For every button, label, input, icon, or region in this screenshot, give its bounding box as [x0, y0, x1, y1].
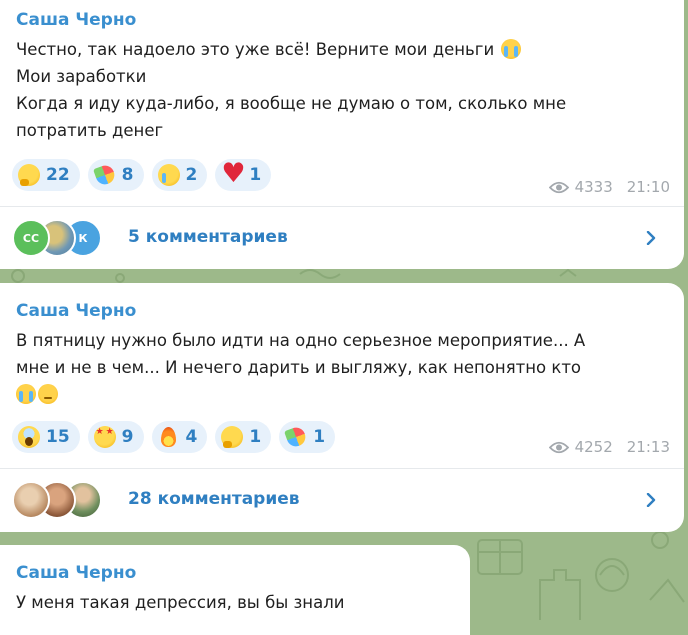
comments-button[interactable]: СС К 5 комментариев — [0, 208, 684, 266]
post-line: Честно, так надоело это уже всё! Верните… — [16, 40, 495, 59]
post-line: потратить денег — [16, 121, 164, 140]
chevron-right-icon — [644, 492, 658, 508]
reaction-count: 1 — [249, 427, 262, 447]
chevron-right-icon — [644, 230, 658, 246]
screaming-face-icon — [18, 426, 40, 448]
party-popper-icon — [284, 425, 309, 449]
post-line: мне и не в чем... И нечего дарить и выгл… — [16, 358, 582, 377]
crying-face-icon — [157, 164, 180, 186]
post-line: Когда я иду куда-либо, я вообще не думаю… — [16, 94, 567, 113]
reaction-party[interactable]: 1 — [279, 421, 336, 453]
avatar: СС — [12, 219, 50, 257]
reaction-fire[interactable]: 4 — [151, 421, 208, 453]
post-line: В пятницу нужно было идти на одно серьез… — [16, 331, 586, 350]
fire-icon — [158, 426, 180, 448]
channel-post: Саша Черно В пятницу нужно было идти на … — [0, 283, 684, 532]
comments-button[interactable]: 28 комментариев — [0, 470, 684, 528]
comments-count-label: 28 комментариев — [128, 489, 300, 509]
reactions-bar: 15 9 4 1 1 — [12, 421, 336, 453]
post-meta: 4252 21:13 — [548, 438, 670, 456]
post-text: В пятницу нужно было идти на одно серьез… — [16, 327, 668, 408]
thinking-face-icon — [221, 426, 244, 448]
reaction-thinking[interactable]: 22 — [12, 159, 80, 191]
commenter-avatars: СС К — [12, 219, 116, 257]
reaction-star-struck[interactable]: 9 — [87, 421, 144, 453]
divider — [0, 468, 684, 469]
star-struck-icon — [93, 426, 116, 448]
reaction-count: 22 — [46, 165, 70, 185]
reaction-count: 15 — [46, 427, 70, 447]
reactions-bar: 22 8 2 1 — [12, 159, 272, 191]
thinking-face-icon — [18, 164, 40, 186]
avatar — [12, 481, 50, 519]
post-line: Мои заработки — [16, 67, 147, 86]
reaction-screaming[interactable]: 15 — [12, 421, 80, 453]
reaction-count: 1 — [249, 165, 262, 185]
post-author[interactable]: Саша Черно — [16, 10, 136, 30]
channel-post: Саша Черно У меня такая депрессия, вы бы… — [0, 545, 470, 635]
views-count: 4333 — [574, 178, 613, 196]
post-author[interactable]: Саша Черно — [16, 563, 136, 583]
reaction-party[interactable]: 8 — [87, 159, 144, 191]
loudly-crying-emoji-icon — [501, 39, 522, 59]
reaction-count: 9 — [121, 427, 134, 447]
views-eye-icon — [548, 181, 569, 194]
views-count: 4252 — [574, 438, 613, 456]
post-text: У меня такая депрессия, вы бы знали — [16, 589, 454, 616]
channel-post: Саша Черно Честно, так надоело это уже в… — [0, 0, 684, 269]
post-text: Честно, так надоело это уже всё! Верните… — [16, 36, 668, 144]
post-line: У меня такая депрессия, вы бы знали — [16, 593, 345, 612]
reaction-crying[interactable]: 2 — [151, 159, 208, 191]
divider — [0, 206, 684, 207]
reaction-count: 8 — [121, 165, 134, 185]
pensive-emoji-icon — [38, 384, 58, 404]
reaction-heart[interactable]: 1 — [215, 159, 272, 191]
views-eye-icon — [548, 441, 569, 454]
loudly-crying-emoji-icon — [16, 384, 36, 404]
reaction-count: 1 — [313, 427, 326, 447]
reaction-count: 2 — [185, 165, 198, 185]
post-time: 21:10 — [626, 178, 670, 196]
comments-count-label: 5 комментариев — [128, 227, 288, 247]
reaction-thinking[interactable]: 1 — [215, 421, 272, 453]
post-meta: 4333 21:10 — [548, 178, 670, 196]
party-popper-icon — [92, 163, 117, 187]
commenter-avatars — [12, 481, 116, 519]
post-time: 21:13 — [626, 438, 670, 456]
post-author[interactable]: Саша Черно — [16, 301, 136, 321]
reaction-count: 4 — [185, 427, 198, 447]
red-heart-icon — [221, 159, 245, 189]
